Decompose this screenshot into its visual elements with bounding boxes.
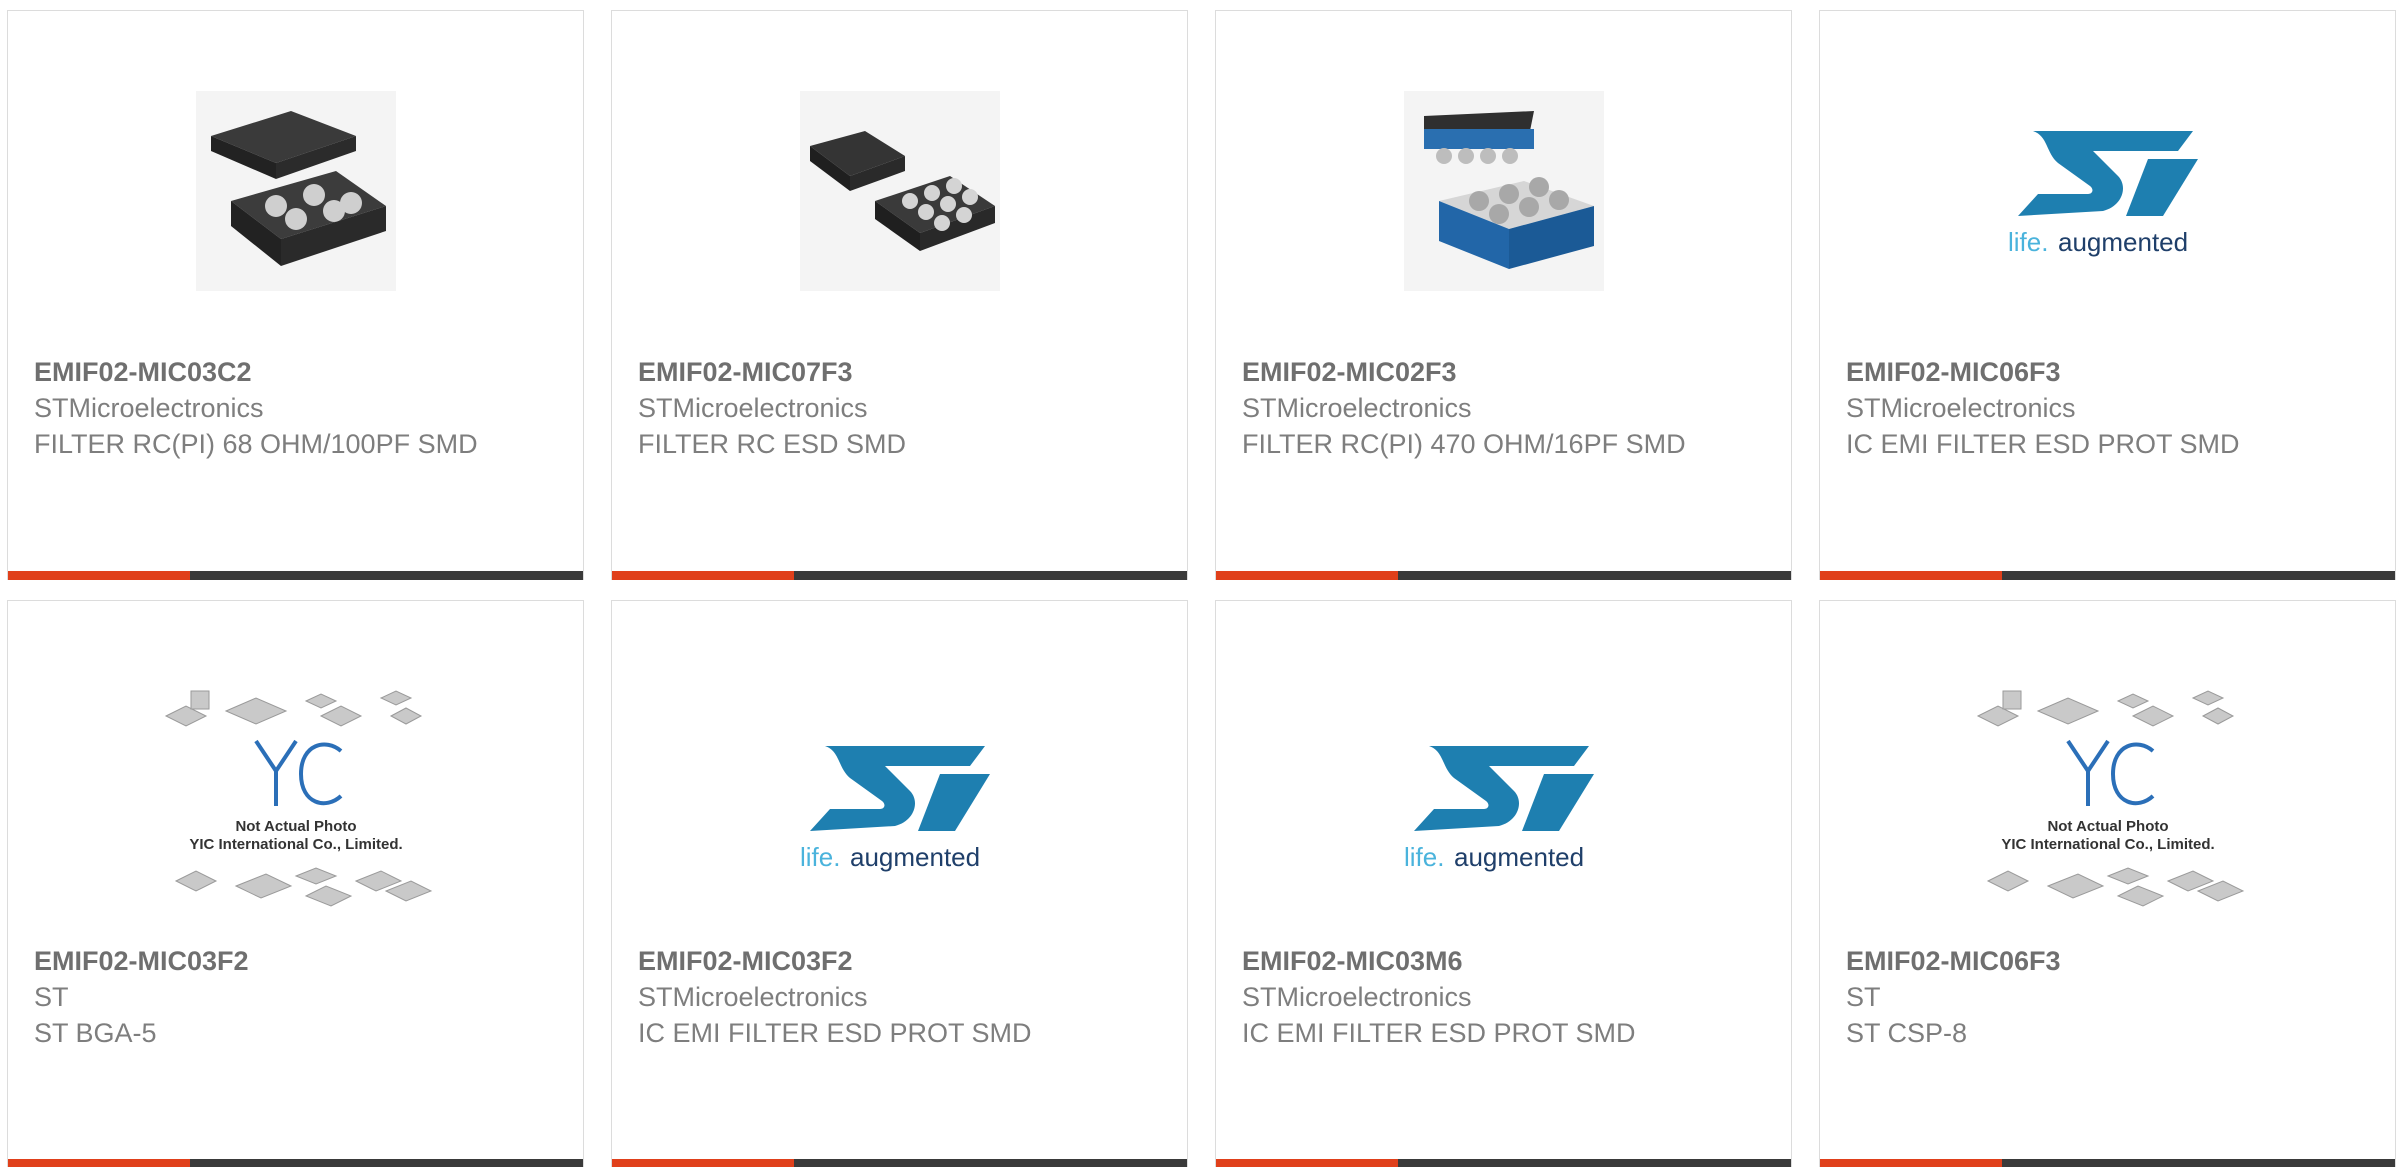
part-number[interactable]: EMIF02-MIC03M6: [1242, 943, 1771, 979]
part-number[interactable]: EMIF02-MIC06F3: [1846, 354, 2375, 390]
product-card[interactable]: EMIF02-MIC02F3 STMicroelectronics FILTER…: [1215, 10, 1792, 580]
st-logo: life. augmented: [800, 746, 990, 872]
yic-placeholder-image: Not Actual Photo YIC International Co., …: [164, 690, 432, 907]
description: IC EMI FILTER ESD PROT SMD: [1846, 429, 2240, 459]
part-number[interactable]: EMIF02-MIC07F3: [638, 354, 1167, 390]
svg-text:augmented: augmented: [2058, 227, 2188, 257]
manufacturer: STMicroelectronics: [638, 982, 868, 1012]
blue-csp-chip-icon: [1403, 91, 1604, 291]
description: FILTER RC ESD SMD: [638, 429, 907, 459]
part-number[interactable]: EMIF02-MIC03F2: [34, 943, 563, 979]
svg-text:life.: life.: [2008, 227, 2048, 257]
svg-text:YIC International Co., Limited: YIC International Co., Limited.: [189, 836, 402, 853]
card-footer-bar: [1820, 571, 2395, 580]
card-footer-bar: [1820, 1159, 2395, 1167]
description: ST CSP-8: [1846, 1018, 1968, 1048]
description: ST BGA-5: [34, 1018, 157, 1048]
svg-text:augmented: augmented: [850, 842, 980, 872]
svg-text:Not Actual Photo: Not Actual Photo: [235, 818, 356, 835]
description: FILTER RC(PI) 68 OHM/100PF SMD: [34, 429, 478, 459]
yic-placeholder-image: Not Actual Photo YIC International Co., …: [1976, 690, 2244, 907]
bga-5-chip-icon: [195, 91, 396, 291]
card-footer-bar: [612, 1159, 1187, 1167]
product-card[interactable]: life. augmented EMIF02-MIC06F3 STMicroel…: [1819, 10, 2396, 580]
product-image[interactable]: Not Actual Photo YIC International Co., …: [8, 686, 583, 926]
svg-text:Not Actual Photo: Not Actual Photo: [2047, 818, 2168, 835]
card-footer-bar: [8, 571, 583, 580]
product-image[interactable]: Not Actual Photo YIC International Co., …: [1820, 686, 2395, 926]
product-image[interactable]: life. augmented: [612, 686, 1187, 926]
svg-text:augmented: augmented: [1454, 842, 1584, 872]
product-card[interactable]: Not Actual Photo YIC International Co., …: [1819, 600, 2396, 1167]
svg-text:life.: life.: [1404, 842, 1444, 872]
product-image[interactable]: [612, 71, 1187, 311]
card-footer-bar: [1216, 571, 1791, 580]
card-footer-bar: [8, 1159, 583, 1167]
svg-text:YIC International Co., Limited: YIC International Co., Limited.: [2001, 836, 2214, 853]
manufacturer: STMicroelectronics: [1242, 982, 1472, 1012]
manufacturer: STMicroelectronics: [1242, 393, 1472, 423]
part-number[interactable]: EMIF02-MIC03C2: [34, 354, 563, 390]
manufacturer: ST: [1846, 982, 1881, 1012]
product-image[interactable]: [1216, 71, 1791, 311]
product-image[interactable]: [8, 71, 583, 311]
product-image[interactable]: life. augmented: [1820, 71, 2395, 311]
part-number[interactable]: EMIF02-MIC03F2: [638, 943, 1167, 979]
description: IC EMI FILTER ESD PROT SMD: [638, 1018, 1032, 1048]
card-footer-bar: [612, 571, 1187, 580]
product-card[interactable]: life. augmented EMIF02-MIC03F2 STMicroel…: [611, 600, 1188, 1167]
st-logo: life. augmented: [1404, 746, 1594, 872]
part-number[interactable]: EMIF02-MIC06F3: [1846, 943, 2375, 979]
flip-chip-8-icon: [799, 91, 1000, 291]
product-card[interactable]: EMIF02-MIC07F3 STMicroelectronics FILTER…: [611, 10, 1188, 580]
product-image[interactable]: life. augmented: [1216, 686, 1791, 926]
card-footer-bar: [1216, 1159, 1791, 1167]
product-card[interactable]: Not Actual Photo YIC International Co., …: [7, 600, 584, 1167]
manufacturer: STMicroelectronics: [34, 393, 264, 423]
part-number[interactable]: EMIF02-MIC02F3: [1242, 354, 1771, 390]
manufacturer: STMicroelectronics: [1846, 393, 2076, 423]
svg-text:life.: life.: [800, 842, 840, 872]
manufacturer: STMicroelectronics: [638, 393, 868, 423]
product-card[interactable]: life. augmented EMIF02-MIC03M6 STMicroel…: [1215, 600, 1792, 1167]
product-card[interactable]: EMIF02-MIC03C2 STMicroelectronics FILTER…: [7, 10, 584, 580]
description: IC EMI FILTER ESD PROT SMD: [1242, 1018, 1636, 1048]
description: FILTER RC(PI) 470 OHM/16PF SMD: [1242, 429, 1686, 459]
st-logo: life. augmented: [2008, 131, 2198, 257]
manufacturer: ST: [34, 982, 69, 1012]
